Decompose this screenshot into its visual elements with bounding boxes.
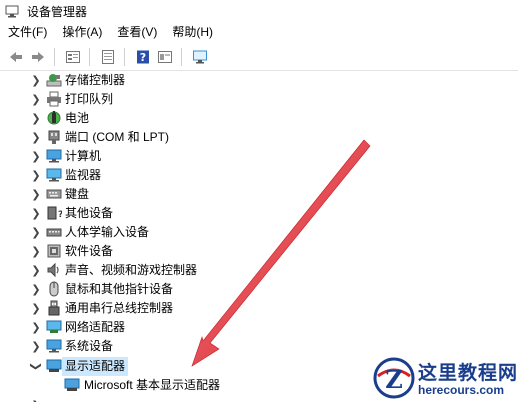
tree-item-label: 计算机	[65, 149, 102, 163]
update-icon[interactable]	[98, 47, 118, 67]
title-bar: 设备管理器	[0, 0, 518, 22]
svg-text:?: ?	[58, 210, 62, 220]
chevron-right-icon[interactable]: ❯	[30, 168, 42, 183]
display-adapter-icon	[64, 377, 80, 393]
tree-item-network-adapter[interactable]: ❯ 网络适配器	[0, 318, 300, 337]
tree-item-port[interactable]: ❯ 端口 (COM 和 LPT)	[0, 128, 300, 147]
watermark-url: herecours.com	[418, 383, 505, 397]
tree-item-label: 显示适配器	[62, 357, 129, 376]
menu-view[interactable]: 查看(V)	[109, 22, 164, 42]
tree-item-label: 打印队列	[65, 92, 114, 106]
tree-item-label: 系统设备	[65, 339, 114, 353]
tree-item-keyboard[interactable]: ❯ 键盘	[0, 185, 300, 204]
window-title: 设备管理器	[27, 4, 88, 19]
tree-item-label: 通用串行总线控制器	[65, 301, 174, 315]
storage-controller-icon	[46, 72, 62, 88]
tree-item-label: 鼠标和其他指针设备	[65, 282, 174, 296]
chevron-right-icon[interactable]: ❯	[30, 206, 42, 221]
tree-item-label: 键盘	[65, 187, 90, 201]
watermark: Z 这里教程网 herecours.com	[372, 355, 518, 400]
tree-item-usb[interactable]: ❯ 通用串行总线控制器	[0, 299, 300, 318]
tree-item-label: 声音、视频和游戏控制器	[65, 263, 198, 277]
chevron-down-icon[interactable]: ❯	[29, 361, 44, 373]
svg-text:Z: Z	[385, 365, 403, 394]
toolbar: ?	[0, 44, 518, 71]
battery-icon	[46, 110, 62, 126]
tree-item-label: 监视器	[65, 168, 102, 182]
network-adapter-icon	[46, 319, 62, 335]
tree-item-label: Microsoft 基本显示适配器	[84, 378, 221, 392]
toolbar-separator	[181, 48, 182, 66]
tree-item-label: 端口 (COM 和 LPT)	[65, 130, 169, 144]
watermark-text: 这里教程网	[418, 362, 518, 384]
chevron-right-icon: ❯	[30, 398, 42, 402]
menu-bar: 文件(F) 操作(A) 查看(V) 帮助(H)	[0, 22, 518, 42]
display-adapter-icon	[46, 358, 62, 374]
chevron-right-icon[interactable]: ❯	[30, 111, 42, 126]
chevron-right-icon[interactable]: ❯	[30, 149, 42, 164]
menu-file[interactable]: 文件(F)	[0, 22, 54, 42]
tree-item-computer[interactable]: ❯ 计算机	[0, 147, 300, 166]
computer-icon	[46, 148, 62, 164]
menu-help[interactable]: 帮助(H)	[164, 22, 220, 42]
chevron-right-icon[interactable]: ❯	[30, 244, 42, 259]
device-tree: ❯ 存储控制器 ❯ 打印队列 ❯ 电池 ❯ 端口 (COM 和 LPT) ❯ 计…	[0, 70, 518, 402]
keyboard-icon	[46, 186, 62, 202]
monitor-icon[interactable]	[190, 47, 210, 67]
tree-item-monitor[interactable]: ❯ 监视器	[0, 166, 300, 185]
chevron-right-icon[interactable]: ❯	[30, 130, 42, 145]
tree-item-print-queue[interactable]: ❯ 打印队列	[0, 90, 300, 109]
chevron-right-icon[interactable]: ❯	[30, 225, 42, 240]
usb-icon	[46, 300, 62, 316]
tree-item-mouse[interactable]: ❯ 鼠标和其他指针设备	[0, 280, 300, 299]
tree-item-battery[interactable]: ❯ 电池	[0, 109, 300, 128]
system-device-icon	[46, 338, 62, 354]
view-icon[interactable]	[155, 47, 175, 67]
tree-item-label: 存储控制器	[65, 73, 126, 87]
chevron-right-icon[interactable]: ❯	[30, 282, 42, 297]
toolbar-separator	[89, 48, 90, 66]
tree-item-label: 网络适配器	[65, 320, 126, 334]
chevron-right-icon[interactable]: ❯	[30, 320, 42, 335]
speaker-icon	[46, 262, 62, 278]
properties-icon[interactable]	[63, 47, 83, 67]
help-icon[interactable]: ?	[133, 47, 153, 67]
mouse-icon	[46, 281, 62, 297]
chevron-right-icon[interactable]: ❯	[30, 339, 42, 354]
svg-text:?: ?	[140, 51, 146, 64]
chevron-right-icon[interactable]: ❯	[30, 92, 42, 107]
tree-item-other-devices[interactable]: ❯ ? 其他设备	[0, 204, 300, 223]
tree-item-label: 其他设备	[65, 206, 114, 220]
chevron-right-icon[interactable]: ❯	[30, 187, 42, 202]
tree-item-partial: ❯	[0, 396, 300, 402]
print-queue-icon	[46, 91, 62, 107]
tree-item-software-device[interactable]: ❯ 软件设备	[0, 242, 300, 261]
tree-item-microsoft-basic-display-adapter[interactable]: Microsoft 基本显示适配器	[0, 376, 300, 395]
tree-item-storage-controller[interactable]: ❯ 存储控制器	[0, 71, 300, 90]
monitor-icon	[46, 167, 62, 183]
forward-icon[interactable]	[28, 47, 48, 67]
other-devices-icon: ?	[46, 205, 63, 221]
device-manager-icon	[3, 2, 21, 20]
menu-action[interactable]: 操作(A)	[54, 22, 109, 42]
watermark-logo-icon: Z	[372, 356, 416, 400]
hid-icon	[46, 224, 62, 240]
tree-item-label: 软件设备	[65, 244, 114, 258]
back-icon[interactable]	[6, 47, 26, 67]
chevron-right-icon[interactable]: ❯	[30, 73, 42, 88]
toolbar-separator	[54, 48, 55, 66]
tree-item-system-device[interactable]: ❯ 系统设备	[0, 337, 300, 356]
tree-item-hid[interactable]: ❯ 人体学输入设备	[0, 223, 300, 242]
tree-item-sound[interactable]: ❯ 声音、视频和游戏控制器	[0, 261, 300, 280]
toolbar-separator	[124, 48, 125, 66]
port-icon	[46, 129, 62, 145]
software-device-icon	[46, 243, 62, 259]
chevron-right-icon[interactable]: ❯	[30, 301, 42, 316]
tree-item-label: 电池	[65, 111, 90, 125]
tree-item-label: 人体学输入设备	[65, 225, 150, 239]
chevron-right-icon[interactable]: ❯	[30, 263, 42, 278]
tree-item-display-adapter[interactable]: ❯ 显示适配器	[0, 357, 300, 376]
